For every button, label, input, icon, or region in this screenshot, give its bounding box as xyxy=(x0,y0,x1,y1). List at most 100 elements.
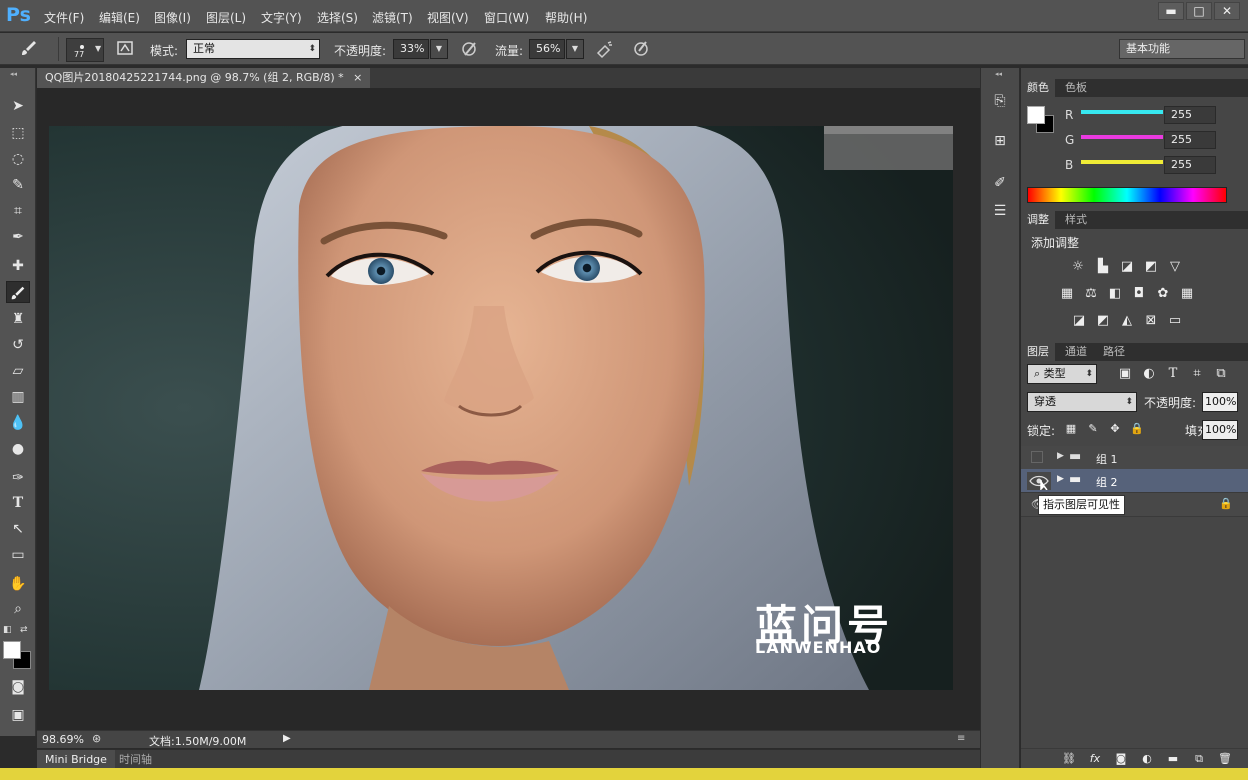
channel-g-input[interactable]: 255 xyxy=(1164,131,1216,149)
selective-color-icon[interactable]: ⊠ xyxy=(1141,312,1161,330)
brush-settings-panel-icon[interactable]: ☰ xyxy=(989,200,1011,222)
curves-icon[interactable]: ◪ xyxy=(1117,258,1137,276)
layer-filter-select[interactable]: ⌕ 类型 ⬍ xyxy=(1027,364,1097,384)
layer-row[interactable]: ▶ ▬ 组 1 xyxy=(1021,446,1248,470)
filter-shape-icon[interactable]: ⌗ xyxy=(1187,365,1207,383)
tab-paths[interactable]: 路径 xyxy=(1097,343,1131,361)
tab-adjustments[interactable]: 调整 xyxy=(1021,211,1055,229)
lock-transparent-icon[interactable]: ▦ xyxy=(1061,420,1081,438)
minimize-button[interactable]: ▬ xyxy=(1158,2,1184,20)
canvas-image[interactable]: 蓝问号 LANWENHAO xyxy=(49,126,953,690)
foreground-color-swatch[interactable] xyxy=(3,641,21,659)
path-select-tool-icon[interactable]: ↖ xyxy=(6,518,30,540)
tab-timeline[interactable]: 时间轴 xyxy=(111,750,160,769)
tab-styles[interactable]: 样式 xyxy=(1059,211,1093,229)
tab-layers[interactable]: 图层 xyxy=(1021,343,1055,361)
color-spectrum[interactable] xyxy=(1027,187,1227,203)
layer-row-selected[interactable]: ▶ ▬ 组 2 xyxy=(1021,469,1248,493)
menu-layer[interactable]: 图层(L) xyxy=(206,9,246,26)
history-brush-tool-icon[interactable]: ↺ xyxy=(6,334,30,356)
type-tool-icon[interactable]: T xyxy=(6,492,30,514)
layer-opacity-input[interactable]: 100% xyxy=(1202,392,1238,412)
filter-type-icon[interactable]: T xyxy=(1163,365,1183,383)
move-tool-icon[interactable]: ➤ xyxy=(6,95,30,117)
vibrance-icon[interactable]: ▽ xyxy=(1165,258,1185,276)
healing-brush-tool-icon[interactable]: ✚ xyxy=(6,255,30,277)
new-group-icon[interactable]: ▬ xyxy=(1163,750,1183,768)
brush-tool-icon[interactable] xyxy=(18,38,40,60)
menu-filter[interactable]: 滤镜(T) xyxy=(372,9,413,26)
close-button[interactable]: ✕ xyxy=(1214,2,1240,20)
threshold-icon[interactable]: ◭ xyxy=(1117,312,1137,330)
black-white-icon[interactable]: ◧ xyxy=(1105,285,1125,303)
crop-tool-icon[interactable]: ⌗ xyxy=(6,200,30,222)
fill-input[interactable]: 100% xyxy=(1202,420,1238,440)
tab-close-icon[interactable]: × xyxy=(353,71,362,84)
flow-dropdown-button[interactable]: ▼ xyxy=(566,39,584,59)
layer-name[interactable]: 组 1 xyxy=(1096,451,1118,467)
eraser-tool-icon[interactable]: ▱ xyxy=(6,360,30,382)
menu-help[interactable]: 帮助(H) xyxy=(545,9,587,26)
swap-colors-icon[interactable]: ⇄ xyxy=(20,625,28,635)
adjustment-layer-icon[interactable]: ◐ xyxy=(1137,750,1157,768)
pressure-size-icon[interactable] xyxy=(630,39,652,61)
panel-menu-icon[interactable]: ≡ xyxy=(957,733,965,744)
history-panel-icon[interactable]: ⎘ xyxy=(989,90,1011,112)
channel-b-input[interactable]: 255 xyxy=(1164,156,1216,174)
opacity-dropdown-button[interactable]: ▼ xyxy=(430,39,448,59)
flow-input[interactable]: 56% xyxy=(529,39,565,59)
brush-presets-panel-icon[interactable]: ✐ xyxy=(989,172,1011,194)
marquee-tool-icon[interactable]: ⬚ xyxy=(6,122,30,144)
channel-r-input[interactable]: 255 xyxy=(1164,106,1216,124)
quick-mask-icon[interactable]: ◙ xyxy=(6,676,30,698)
lasso-tool-icon[interactable]: ◌ xyxy=(6,148,30,170)
properties-panel-icon[interactable]: ⊞ xyxy=(989,130,1011,152)
screen-mode-icon[interactable]: ▣ xyxy=(6,704,30,726)
zoom-tool-icon[interactable]: ⌕ xyxy=(6,598,30,620)
opacity-input[interactable]: 33% xyxy=(393,39,429,59)
brush-preset-picker[interactable]: 77 ▼ xyxy=(66,38,104,62)
stamp-tool-icon[interactable]: ♜ xyxy=(6,308,30,330)
channel-r-slider[interactable] xyxy=(1081,110,1163,114)
canvas-area[interactable]: 蓝问号 LANWENHAO xyxy=(37,88,980,730)
brush-tool-icon[interactable] xyxy=(6,281,30,303)
shape-tool-icon[interactable]: ▭ xyxy=(6,544,30,566)
filter-smart-object-icon[interactable]: ⧉ xyxy=(1211,365,1231,383)
menu-type[interactable]: 文字(Y) xyxy=(261,9,302,26)
collapse-icon[interactable]: ◂◂ xyxy=(995,70,1002,78)
tab-color[interactable]: 颜色 xyxy=(1021,79,1055,97)
menu-edit[interactable]: 编辑(E) xyxy=(99,9,140,26)
lock-pixels-icon[interactable]: ✎ xyxy=(1083,420,1103,438)
menu-select[interactable]: 选择(S) xyxy=(317,9,358,26)
workspace-select[interactable]: 基本功能 xyxy=(1119,39,1245,59)
new-layer-icon[interactable]: ⧉ xyxy=(1189,750,1209,768)
collapse-icon[interactable]: ◂◂ xyxy=(10,70,17,78)
maximize-button[interactable]: □ xyxy=(1186,2,1212,20)
lock-position-icon[interactable]: ✥ xyxy=(1105,420,1125,438)
fg-color-swatch[interactable] xyxy=(1027,106,1045,124)
gradient-tool-icon[interactable]: ▥ xyxy=(6,386,30,408)
color-balance-icon[interactable]: ⚖ xyxy=(1081,285,1101,303)
exposure-icon[interactable]: ◩ xyxy=(1141,258,1161,276)
menu-view[interactable]: 视图(V) xyxy=(427,9,469,26)
menu-image[interactable]: 图像(I) xyxy=(154,9,191,26)
add-mask-icon[interactable]: ◙ xyxy=(1111,750,1131,768)
blend-mode-select[interactable]: 穿透 ⬍ xyxy=(1027,392,1137,412)
invert-icon[interactable]: ◪ xyxy=(1069,312,1089,330)
blur-tool-icon[interactable]: 💧 xyxy=(6,412,30,434)
airbrush-icon[interactable] xyxy=(594,39,616,61)
pen-tool-icon[interactable]: ✑ xyxy=(6,467,30,489)
trash-icon[interactable]: 🗑 xyxy=(1215,750,1235,768)
expand-arrow-icon[interactable]: ▶ xyxy=(1057,474,1064,484)
brush-panel-icon[interactable] xyxy=(114,39,136,61)
tab-channels[interactable]: 通道 xyxy=(1059,343,1093,361)
pressure-opacity-icon[interactable] xyxy=(458,39,480,61)
hand-tool-icon[interactable]: ✋ xyxy=(6,573,30,595)
posterize-icon[interactable]: ◩ xyxy=(1093,312,1113,330)
layer-name[interactable]: 组 2 xyxy=(1096,474,1118,490)
photo-filter-icon[interactable]: ◘ xyxy=(1129,285,1149,303)
document-tab[interactable]: QQ图片20180425221744.png @ 98.7% (组 2, RGB… xyxy=(37,68,371,88)
zoom-level[interactable]: 98.69% xyxy=(42,733,84,746)
status-menu-arrow-icon[interactable]: ▶ xyxy=(283,733,291,744)
levels-icon[interactable]: ▙ xyxy=(1093,258,1113,276)
